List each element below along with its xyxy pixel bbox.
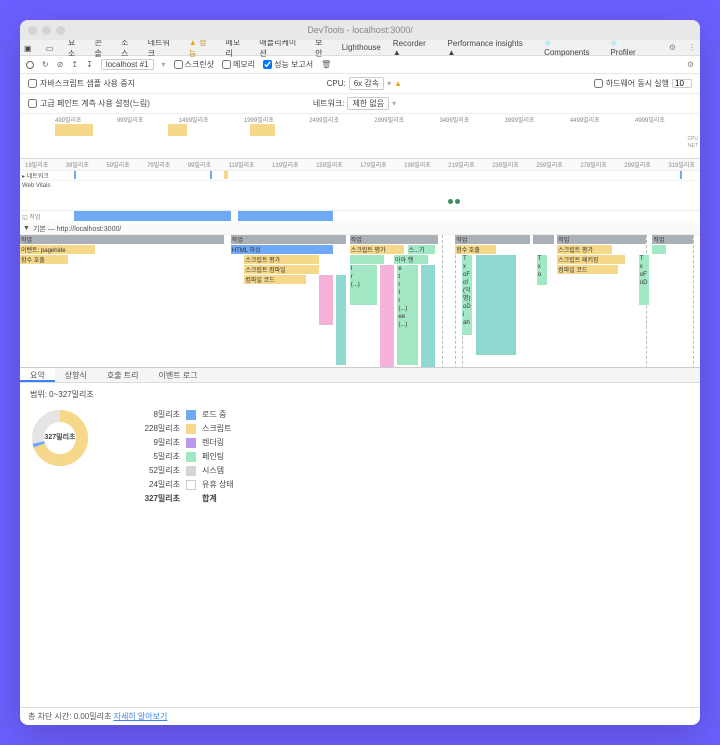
tab-profiler[interactable]: ⚛ Profiler xyxy=(610,39,644,57)
hw-value-input xyxy=(672,79,692,88)
memory-checkbox[interactable]: 메모리 xyxy=(222,59,255,70)
network-throttle: 네트워크: 제한 없음▾ xyxy=(313,97,396,110)
task-bar[interactable]: 작업 xyxy=(231,235,347,244)
summary-panel: 범위: 0~327밀리초 327밀리초 8밀리초로드 중 228밀리초스크립트 … xyxy=(20,383,700,512)
summary-donut: 327밀리초 xyxy=(30,408,90,468)
flame-stack[interactable]: I r (...) xyxy=(350,265,377,305)
flame-bar[interactable]: 스...기 xyxy=(408,245,435,254)
flame-bar[interactable]: 컴파일 코드 xyxy=(557,265,618,274)
flame-bar[interactable]: 아아 행 xyxy=(394,255,428,264)
flame-bar[interactable]: 이벤트: pagehide xyxy=(20,245,95,254)
main-ticks: 19밀리초39밀리초59밀리초79밀리초99밀리초119밀리초139밀리초159… xyxy=(20,159,700,171)
legend-row: 228밀리초스크립트 xyxy=(130,422,234,436)
flame-bar[interactable] xyxy=(652,245,666,254)
donut-center: 327밀리초 xyxy=(30,432,90,442)
legend-row: 9밀리초렌더링 xyxy=(130,436,234,450)
legend-row: 8밀리초로드 중 xyxy=(130,408,234,422)
warning-icon: ▲ xyxy=(394,79,402,88)
task-bar[interactable]: 작업 xyxy=(557,235,645,244)
disable-js-checkbox[interactable]: 자바스크립트 샘플 사용 중지 xyxy=(28,78,135,89)
advanced-paint-checkbox[interactable]: 고급 페인트 계측 사용 설정(느림) xyxy=(28,98,150,109)
web-vitals-track[interactable]: Web Vitals xyxy=(20,181,700,211)
summary-tab-summary[interactable]: 요약 xyxy=(20,368,55,382)
tab-components[interactable]: ⚛ Components xyxy=(544,39,598,57)
network-select[interactable]: 제한 없음 xyxy=(347,97,389,110)
target-select[interactable]: localhost #1 xyxy=(101,59,154,70)
web-vitals-label: Web Vitals xyxy=(22,183,50,189)
task-bar[interactable]: 작업 xyxy=(350,235,438,244)
panel-tabs: ▣ ▭ 요소 콘솔 소스 네트워크 ▲ 성능 메모리 애플리케이션 보안 Lig… xyxy=(20,40,700,56)
flame-bar[interactable]: 컴파일 코드 xyxy=(244,275,305,284)
legend-row: 52밀리초시스템 xyxy=(130,464,234,478)
device-icon[interactable]: ▭ xyxy=(46,44,54,52)
perf-toolbar: ↻ ⊘ ↥ ↧ localhost #1 ▾ 스크린샷 메모리 성능 보고서 🗑… xyxy=(20,56,700,74)
footer: 총 차단 시간: 0.00밀리초 자세히 알아보기 xyxy=(20,707,700,725)
collapse-arrow-icon[interactable]: ▼ xyxy=(23,225,30,232)
main-thread-header[interactable]: ▼ 기본 — http://localhost:3000/ xyxy=(20,223,700,235)
record-button[interactable] xyxy=(26,61,34,69)
inspect-icon[interactable]: ▣ xyxy=(24,44,32,52)
cpu-throttle: CPU: 6x 감속▾ ▲ xyxy=(327,77,402,90)
network-label: ▸ 네트워크 xyxy=(22,171,49,180)
tab-perf-insights[interactable]: Performance insights ▲ xyxy=(448,39,533,57)
flame-bar[interactable]: HTML 파싱 xyxy=(231,245,333,254)
network-track[interactable]: ▸ 네트워크 xyxy=(20,171,700,181)
range-label: 범위: 0~327밀리초 xyxy=(30,389,690,400)
perf-options-row2: 고급 페인트 계측 사용 설정(느림) 네트워크: 제한 없음▾ xyxy=(20,94,700,114)
flame-chart[interactable]: 작업 작업 작업 작업 작업 작업 이벤트: pagehide HTML 파싱 … xyxy=(20,235,700,367)
flame-stack[interactable] xyxy=(319,275,333,325)
task-bar[interactable]: 작업 xyxy=(455,235,530,244)
summary-tab-calltree[interactable]: 호출 트리 xyxy=(97,368,149,382)
screenshot-checkbox[interactable]: 스크린샷 xyxy=(174,59,214,70)
legend-row: 327밀리초합계 xyxy=(130,492,234,506)
perf-report-checkbox[interactable]: 성능 보고서 xyxy=(263,59,313,70)
trash-icon[interactable]: 🗑 xyxy=(321,60,331,69)
summary-tab-eventlog[interactable]: 이벤트 로그 xyxy=(149,368,208,382)
flame-bar[interactable] xyxy=(350,255,384,264)
flame-bar[interactable]: 함수 호출 xyxy=(455,245,496,254)
tasks-bar-row: ◱ 작업 xyxy=(20,211,700,223)
toolbar-settings-icon[interactable]: ⚙ xyxy=(687,60,694,69)
task-bar[interactable]: 작업 xyxy=(20,235,224,244)
task-bar[interactable]: 작업 xyxy=(652,235,693,244)
reload-button[interactable]: ↻ xyxy=(42,60,49,69)
flame-bar[interactable]: 스크립트 평가 xyxy=(557,245,611,254)
download-button[interactable]: ↧ xyxy=(86,60,93,69)
more-icon[interactable]: ⋮ xyxy=(688,43,696,52)
learn-more-link[interactable]: 자세히 알아보기 xyxy=(114,712,168,721)
overview-right-labels: CPUNET xyxy=(687,136,698,150)
flame-bar[interactable]: 스크립트 패키징 xyxy=(557,255,625,264)
perf-options-row1: 자바스크립트 샘플 사용 중지 CPU: 6x 감속▾ ▲ 하드웨어 동시 실행 xyxy=(20,74,700,94)
tracks-area[interactable]: ▸ 네트워크 Web Vitals ◱ 작업 ▼ 기본 — http://loc… xyxy=(20,171,700,367)
summary-tab-bottomup[interactable]: 상향식 xyxy=(55,368,97,382)
summary-tabs: 요약 상향식 호출 트리 이벤트 로그 xyxy=(20,367,700,383)
tasks-overview-label: ◱ 작업 xyxy=(22,212,40,221)
devtools-window: DevTools - localhost:3000/ ▣ ▭ 요소 콘솔 소스 … xyxy=(20,20,700,725)
clear-button[interactable]: ⊘ xyxy=(57,60,64,69)
settings-icon[interactable]: ⚙ xyxy=(669,43,676,52)
cpu-select[interactable]: 6x 감속 xyxy=(349,77,384,90)
overview-ticks: 499밀리초999밀리초1499밀리초1999밀리초2499밀리초2999밀리초… xyxy=(20,114,700,124)
overview-timeline[interactable]: 499밀리초999밀리초1499밀리초1999밀리초2499밀리초2999밀리초… xyxy=(20,114,700,159)
flame-stack[interactable] xyxy=(336,275,346,365)
flame-bar[interactable]: 스크립트 컴파일 xyxy=(244,265,319,274)
hw-concurrency[interactable]: 하드웨어 동시 실행 xyxy=(594,78,692,89)
task-bar[interactable] xyxy=(533,235,553,244)
flame-bar[interactable]: 함수 호출 xyxy=(20,255,68,264)
titlebar: DevTools - localhost:3000/ xyxy=(20,20,700,40)
window-title: DevTools - localhost:3000/ xyxy=(20,25,700,35)
summary-legend: 8밀리초로드 중 228밀리초스크립트 9밀리초렌더링 5밀리초페인팅 52밀리… xyxy=(130,408,234,506)
flame-bar[interactable]: 스크립트 평가 xyxy=(244,255,319,264)
upload-button[interactable]: ↥ xyxy=(71,60,78,69)
flame-bar[interactable]: 스크립트 평가 xyxy=(350,245,404,254)
tab-recorder[interactable]: Recorder ▲ xyxy=(393,39,436,57)
legend-row: 5밀리초페인팅 xyxy=(130,450,234,464)
tab-lighthouse[interactable]: Lighthouse xyxy=(342,43,381,52)
legend-row: 24밀리초유휴 상태 xyxy=(130,478,234,492)
